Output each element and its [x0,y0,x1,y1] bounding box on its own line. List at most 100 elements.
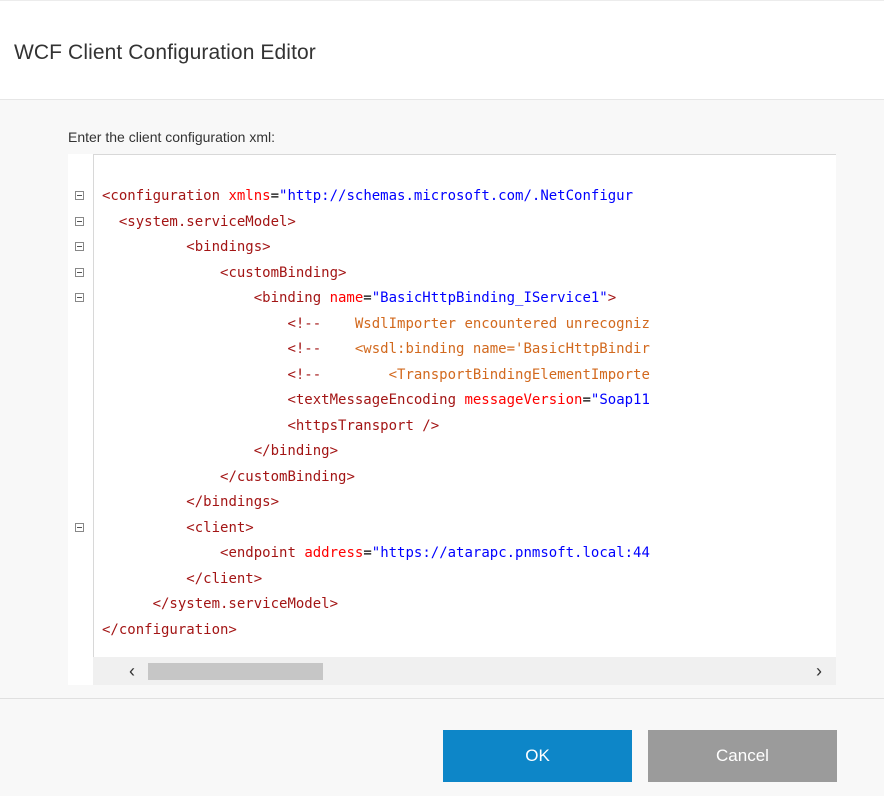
code-token: <TransportBindingElementImporte [321,366,650,383]
code-token: "http://schemas.microsoft.com/.NetConfig… [279,188,634,204]
code-line[interactable]: </bindings> [68,490,836,516]
code-line-text: <binding name="BasicHttpBinding_IService… [102,286,616,312]
code-token: <client> [186,519,254,536]
code-line[interactable]: </customBinding> [68,465,836,491]
code-token: address [304,545,364,561]
xml-code-editor[interactable]: <configuration xmlns="http://schemas.mic… [68,154,836,685]
code-token: <bindings> [186,239,271,255]
code-line[interactable]: <!-- WsdlImporter encountered unrecogniz [68,312,836,338]
code-line-text: </configuration> [102,618,237,644]
code-line-text: <!-- <TransportBindingElementImporte [102,363,650,389]
scroll-right-arrow-icon[interactable]: › [810,661,828,681]
code-line-text: <endpoint address="https://atarapc.pnmso… [102,541,650,567]
code-line[interactable]: <client> [68,516,836,542]
code-line-text: <customBinding> [102,261,346,287]
code-line-text: <system.serviceModel> [102,210,296,236]
code-line-text: </system.serviceModel> [102,592,338,618]
code-token: </binding> [253,443,339,459]
code-token: = [363,290,372,306]
fold-collapse-icon[interactable] [75,216,84,226]
code-line[interactable]: <textMessageEncoding messageVersion="Soa… [68,388,836,414]
code-token: </customBinding> [220,468,355,485]
code-line[interactable]: </system.serviceModel> [68,592,836,618]
code-line[interactable]: <configuration xmlns="http://schemas.mic… [68,184,836,210]
code-line-text: </bindings> [102,490,279,516]
code-line[interactable]: <customBinding> [68,261,836,287]
code-line[interactable]: <bindings> [68,235,836,261]
code-token: messageVersion [464,392,583,408]
code-line[interactable]: <system.serviceModel> [68,210,836,236]
code-line-text: <configuration xmlns="http://schemas.mic… [102,184,633,210]
fold-collapse-icon[interactable] [75,293,84,302]
code-line[interactable]: <!-- <TransportBindingElementImporte [68,363,836,389]
dialog-body: Enter the client configuration xml: <con… [0,100,884,698]
code-line[interactable]: <httpsTransport /> [68,414,836,440]
code-line-text: </customBinding> [102,465,355,491]
code-line-text: <httpsTransport /> [102,414,439,440]
code-token: </configuration> [102,621,237,638]
code-line[interactable]: </binding> [68,439,836,465]
code-line-text: <!-- WsdlImporter encountered unrecogniz [102,312,650,338]
code-token: > [607,290,617,306]
code-line-text: <textMessageEncoding messageVersion="Soa… [102,388,650,414]
code-line[interactable]: </configuration> [68,618,836,644]
code-token: "Soap11 [590,392,650,408]
code-line-text: <client> [102,516,254,542]
code-token: xmlns [228,188,271,204]
code-token: <endpoint [220,545,305,561]
code-token: <binding [253,290,330,306]
code-token: </bindings> [186,494,280,510]
fold-collapse-icon[interactable] [75,522,84,532]
code-token: <customBinding> [220,264,347,281]
code-token: = [363,545,372,561]
dialog-title: WCF Client Configuration Editor [14,41,316,64]
code-line[interactable]: </client> [68,567,836,593]
code-token: = [582,392,591,408]
code-token: "https://atarapc.pnmsoft.local:44 [371,545,650,561]
code-token: <wsdl:binding name='BasicHttpBindir [321,341,650,357]
code-token: <!-- [287,366,322,383]
config-xml-label: Enter the client configuration xml: [68,129,275,145]
code-token: <!-- [287,341,322,357]
code-token: name [329,290,364,306]
code-token: <!-- [287,315,322,332]
code-line[interactable]: <endpoint address="https://atarapc.pnmso… [68,541,836,567]
code-token: <httpsTransport /> [287,417,440,434]
dialog-footer: OK Cancel [0,698,884,796]
scrollbar-thumb[interactable] [148,663,323,680]
code-token: WsdlImporter encountered unrecogniz [321,315,650,332]
code-token: </system.serviceModel> [152,596,339,612]
code-token: <textMessageEncoding [287,392,465,408]
dialog-header: WCF Client Configuration Editor [0,0,884,100]
code-line[interactable]: <!-- <wsdl:binding name='BasicHttpBindir [68,337,836,363]
code-line[interactable]: <binding name="BasicHttpBinding_IService… [68,286,836,312]
ok-button[interactable]: OK [443,730,632,782]
code-line-text: <!-- <wsdl:binding name='BasicHttpBindir [102,337,650,363]
code-line-text: </binding> [102,439,338,465]
fold-collapse-icon[interactable] [75,242,84,251]
code-line-text: </client> [102,567,262,593]
code-token: <system.serviceModel> [118,213,296,230]
code-lines[interactable]: <configuration xmlns="http://schemas.mic… [68,184,836,643]
fold-collapse-icon[interactable] [75,267,84,277]
scroll-left-arrow-icon[interactable]: ‹ [123,661,141,681]
horizontal-scrollbar[interactable]: ‹ › [93,657,836,685]
fold-collapse-icon[interactable] [75,191,84,200]
cancel-button[interactable]: Cancel [648,730,837,782]
editor-top-border [93,154,836,155]
